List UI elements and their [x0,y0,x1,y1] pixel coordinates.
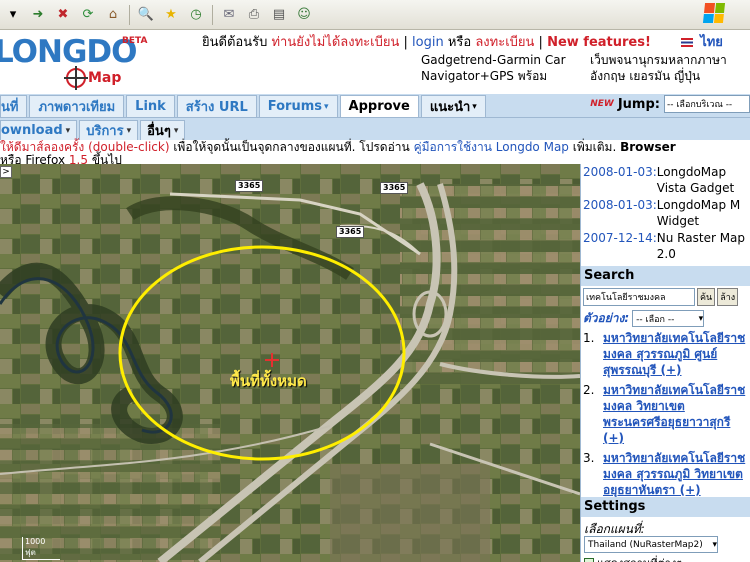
promo-garmin-line1: Gadgetrend-Garmin Car [421,53,566,67]
search-title: Search [581,266,750,286]
chevron-down-icon: ▾ [698,313,704,324]
welcome-bar: ยินดีต้อนรับ ท่านยังไม่ได้ลงทะเบียน | lo… [202,31,723,52]
result-link[interactable]: มหาวิทยาลัยเทคโนโลยีราชมงคล สุวรรณภูมิ ศ… [603,330,749,378]
chevron-down-icon: ▾ [65,125,71,136]
jump-select[interactable]: -- เลือกบริเวณ -- [664,95,750,113]
separator: | [538,35,543,50]
sub-tabs: ownload ▾ บริการ ▾ อื่นๆ ▾ [0,118,750,140]
example-label: ตัวอย่าง: [583,311,630,325]
show-places-option[interactable]: แสดงสถานที่ต่างๆ [584,554,682,562]
tab-create-url[interactable]: สร้าง URL [176,95,257,117]
search-button[interactable]: ค้น [697,288,716,306]
history-icon[interactable]: ◷ [185,4,207,26]
list-item[interactable]: 2. มหาวิทยาลัยเทคโนโลยีราชมงคล วิทยาเขตพ… [583,382,749,446]
result-link[interactable]: มหาวิทยาลัยเทคโนโลยีราชมงคล วิทยาเขตพระน… [603,382,749,446]
windows-logo [702,3,726,23]
tab-services[interactable]: บริการ ▾ [79,120,139,140]
chevron-down-icon: ▾ [323,101,329,112]
satellite-map[interactable]: > 3365 3365 3365 พื้นที่ทั้งหมด 1000 ฟุต [0,164,580,562]
messenger-icon[interactable]: ☺ [293,4,315,26]
print-icon[interactable]: ⎙ [243,4,265,26]
map-expand-button[interactable]: > [0,166,12,178]
edit-icon[interactable]: ▤ [268,4,290,26]
map-type-select[interactable]: Thailand (NuRasterMap2) ▾ [584,536,718,553]
list-item[interactable]: 1. มหาวิทยาลัยเทคโนโลยีราชมงคล สุวรรณภูม… [583,330,749,378]
site-header: LONGDO BETA Map ยินดีต้อนรับ ท่านยังไม่ไ… [0,30,750,94]
logo-map-mark: Map [64,66,122,90]
favorites-icon[interactable]: ★ [160,4,182,26]
search-input[interactable]: เทคโนโลยีราชมงคล [583,288,695,306]
forward-icon[interactable]: ➜ [27,4,49,26]
browser-toolbar: ▾ ➜ ✖ ⟳ ⌂ 🔍 ★ ◷ ✉ ⎙ ▤ ☺ [0,0,750,30]
map-scale: 1000 ฟุต [22,537,60,560]
show-places-label: แสดงสถานที่ต่างๆ [597,554,682,562]
not-registered-text: ท่านยังไม่ได้ลงทะเบียน [271,35,400,50]
chevron-down-icon: ▾ [472,101,477,112]
result-link[interactable]: มหาวิทยาลัยเทคโนโลยีราชมงคล สุวรรณภูมิ ว… [603,450,749,498]
browser-window: ▾ ➜ ✖ ⟳ ⌂ 🔍 ★ ◷ ✉ ⎙ ▤ ☺ LONGDO BETA Map … [0,0,750,562]
search-results: 1. มหาวิทยาลัยเทคโนโลยีราชมงคล สุวรรณภูม… [583,330,749,502]
tab-approve[interactable]: Approve [339,95,419,117]
new-features-link[interactable]: New features! [547,35,651,50]
news-list: 2008-01-03: LongdoMap Vista Gadget 2008-0… [583,164,750,263]
tab-forums[interactable]: Forums ▾ [258,95,338,117]
promo-dictionary-line1: เว็บพจนานุกรมหลากภาษา [590,53,727,67]
login-link[interactable]: login [412,35,444,50]
tab-link[interactable]: Link [126,95,175,117]
tab-map[interactable]: นที่ [0,95,28,117]
or-text: หรือ [447,35,472,50]
jump-label: Jump: [617,96,660,112]
home-icon[interactable]: ⌂ [102,4,124,26]
dropdown-arrow-icon[interactable]: ▾ [2,4,24,26]
welcome-text: ยินดีต้อนรับ [202,35,268,50]
promo-garmin[interactable]: Gadgetrend-Garmin Car Navigator+GPS พร้อ… [421,52,566,84]
example-row: ตัวอย่าง: -- เลือก -- ▾ [583,309,705,328]
crosshair-icon [64,66,88,90]
chevron-down-icon: ▾ [173,125,179,136]
list-item[interactable]: 3. มหาวิทยาลัยเทคโนโลยีราชมงคล สุวรรณภูม… [583,450,749,498]
road-label: 3365 [235,180,264,192]
tab-satellite[interactable]: ภาพดาวเทียม [29,95,125,117]
show-places-checkbox[interactable] [584,558,594,562]
mail-icon[interactable]: ✉ [218,4,240,26]
jump-control: NEW Jump: -- เลือกบริเวณ -- [590,95,750,113]
site-logo[interactable]: LONGDO [0,34,137,70]
promo-dictionary[interactable]: เว็บพจนานุกรมหลากภาษา อังกฤษ เยอรมัน ญี่… [590,52,727,84]
news-item[interactable]: 2007-12-14: Nu Raster Map 2.0 [583,230,750,262]
refresh-icon[interactable]: ⟳ [77,4,99,26]
search-row: เทคโนโลยีราชมงคล ค้น ล้าง [583,288,739,306]
toolbar-divider [129,4,130,25]
main-tabs: นที่ ภาพดาวเทียม Link สร้าง URL Forums ▾ … [0,94,750,118]
promo-garmin-line2: Navigator+GPS พร้อม [421,69,548,83]
promo-dictionary-line2: อังกฤษ เยอรมัน ญี่ปุ่น [590,69,701,83]
example-select[interactable]: -- เลือก -- ▾ [632,310,705,327]
area-label: พื้นที่ทั้งหมด [230,372,307,390]
separator: | [403,35,408,50]
road-label: 3365 [380,182,409,194]
chevron-down-icon: ▾ [712,539,717,550]
manual-link[interactable]: คู่มือการใช้งาน Longdo Map [414,140,569,154]
toolbar-divider [212,4,213,25]
clear-button[interactable]: ล้าง [717,288,739,306]
news-item[interactable]: 2008-01-03: LongdoMap M Widget [583,197,750,229]
language-link[interactable]: ไทย [700,35,723,50]
tab-others[interactable]: อื่นๆ ▾ [140,120,186,140]
register-link[interactable]: ลงทะเบียน [475,35,534,50]
news-item[interactable]: 2008-01-03: LongdoMap Vista Gadget [583,164,750,196]
tab-download[interactable]: ownload ▾ [0,120,78,140]
sidebar: 2008-01-03: LongdoMap Vista Gadget 2008-0… [580,164,750,562]
beta-badge: BETA [122,36,148,46]
logo-map-text: Map [88,70,122,86]
search-icon[interactable]: 🔍 [135,4,157,26]
settings-title: Settings [581,497,750,517]
new-badge: NEW [590,99,614,109]
stop-icon[interactable]: ✖ [52,4,74,26]
tab-recommend[interactable]: แนะนำ ▾ [420,95,486,117]
chevron-down-icon: ▾ [126,125,132,136]
thai-flag-icon [681,38,694,47]
road-label: 3365 [336,226,365,238]
map-imagery [0,164,580,562]
